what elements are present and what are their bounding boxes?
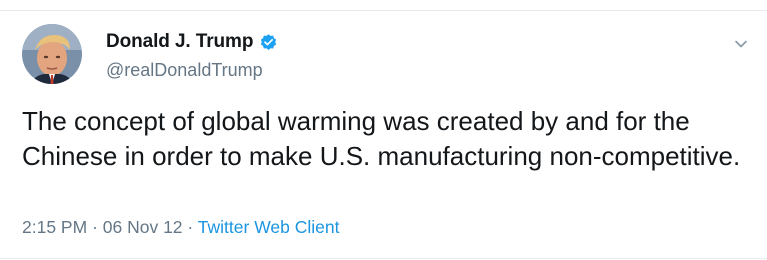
meta-separator: · xyxy=(92,217,98,237)
top-divider xyxy=(0,10,767,11)
profile-photo xyxy=(22,24,82,84)
user-handle[interactable]: @realDonaldTrump xyxy=(106,60,263,81)
display-name[interactable]: Donald J. Trump xyxy=(106,31,253,53)
tweet-source-link[interactable]: Twitter Web Client xyxy=(198,217,340,237)
meta-separator: · xyxy=(187,217,194,237)
tweet-time[interactable]: 2:15 PM xyxy=(22,217,87,237)
avatar[interactable] xyxy=(22,24,82,84)
tweet-text: The concept of global warming was create… xyxy=(22,106,741,171)
tweet-metadata: 2:15 PM · 06 Nov 12 · Twitter Web Client xyxy=(22,217,339,238)
verified-badge-icon xyxy=(259,33,278,52)
bottom-divider xyxy=(0,258,767,259)
author-name-row[interactable]: Donald J. Trump xyxy=(106,30,278,54)
chevron-down-icon[interactable] xyxy=(733,36,749,52)
tweet-date[interactable]: 06 Nov 12 xyxy=(103,217,183,237)
